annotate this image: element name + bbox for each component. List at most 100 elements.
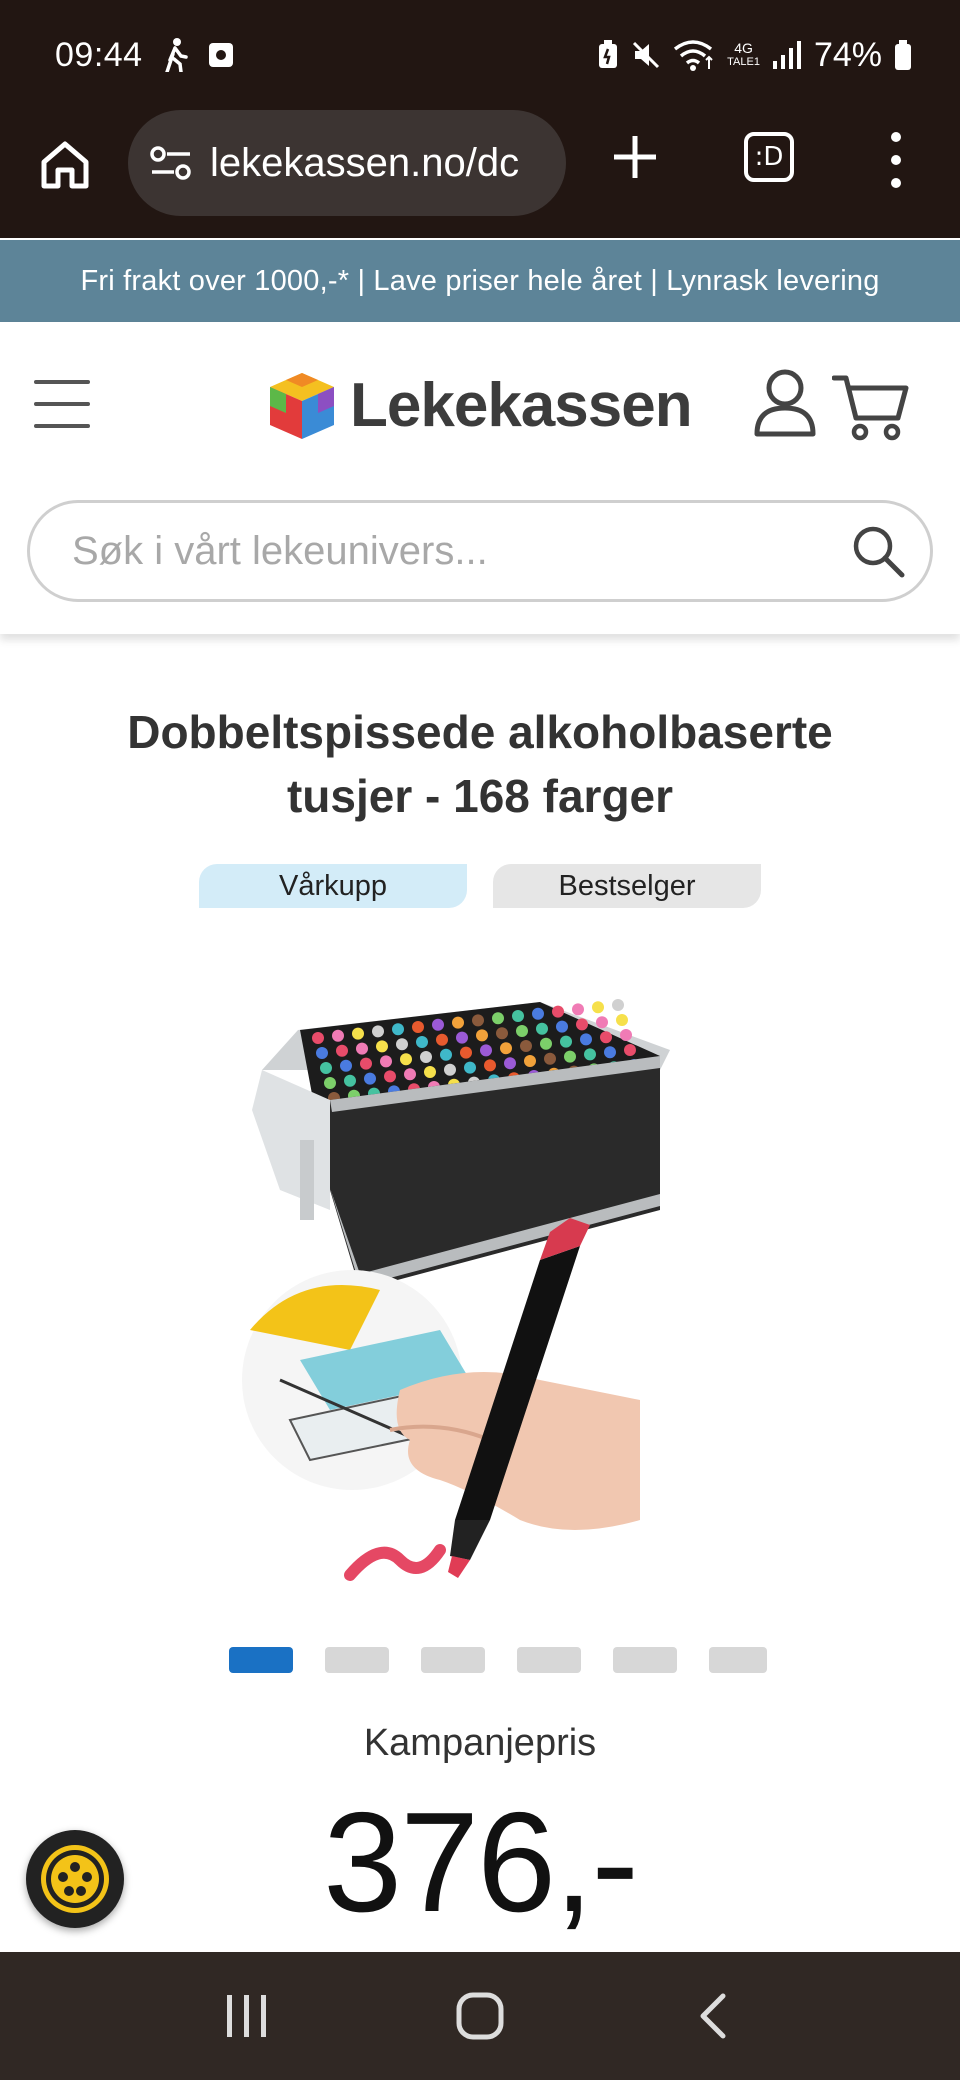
battery-saver-icon (599, 40, 618, 68)
menu-icon[interactable] (34, 380, 90, 428)
marker-cap (544, 1052, 556, 1065)
product-title: Dobbeltspissede alkoholbaserte tusjer - … (127, 706, 833, 822)
marker-cap (392, 1023, 404, 1036)
marker-cap (416, 1036, 428, 1048)
marker-cap (496, 1027, 508, 1040)
marker-cap (340, 1059, 352, 1072)
marker-cap (400, 1053, 412, 1066)
price-label: Kampanjepris (363, 1722, 597, 1764)
marker-cap (372, 1025, 384, 1038)
carousel-dot[interactable] (421, 1647, 485, 1673)
marker-cap (620, 1029, 632, 1041)
marker-cap (476, 1029, 488, 1042)
marker-cap (500, 1042, 512, 1055)
walking-icon (164, 38, 188, 72)
marker-cap (456, 1031, 468, 1044)
marker-cap (460, 1046, 472, 1059)
marker-cap (336, 1044, 348, 1057)
product-image[interactable] (240, 960, 720, 1600)
carousel-dot[interactable] (229, 1647, 293, 1673)
product-badges: Vårkupp Bestselger (0, 864, 960, 908)
marker-cap (424, 1066, 436, 1078)
home-icon[interactable] (38, 138, 92, 192)
accessibility-button[interactable] (26, 1830, 124, 1928)
browser-toolbar: lekekassen.no/dc :D (0, 110, 960, 238)
logo-text: Lekekassen (350, 371, 693, 440)
marker-cap (560, 1035, 572, 1048)
puzzle-cube-logo-icon (270, 372, 334, 439)
marker-cap (324, 1077, 336, 1089)
badge-bestselger: Bestselger (493, 864, 761, 908)
promo-banner: Fri frakt over 1000,-* | Lave priser hel… (0, 240, 960, 322)
url-text: lekekassen.no/dc (210, 140, 520, 185)
home-nav-icon[interactable] (450, 1986, 510, 2046)
marker-cap (492, 1012, 504, 1025)
marker-cap (484, 1059, 496, 1072)
system-nav-bar (0, 1952, 960, 2080)
marker-cap (376, 1040, 388, 1053)
new-tab-icon[interactable] (610, 132, 660, 182)
marker-cap (320, 1062, 332, 1074)
marker-cap (584, 1048, 596, 1061)
accessibility-icon (41, 1845, 109, 1913)
cart-icon[interactable] (832, 372, 910, 442)
marker-cap (600, 1031, 612, 1044)
marker-cap (436, 1033, 448, 1046)
marker-cap (472, 1014, 484, 1027)
marker-cap (432, 1018, 444, 1031)
marker-cap (612, 999, 624, 1011)
marker-cap (524, 1055, 536, 1067)
marker-cap (312, 1032, 324, 1044)
marker-cap (344, 1074, 356, 1087)
marker-cap (380, 1055, 392, 1068)
image-carousel-dots (229, 1647, 767, 1673)
address-bar[interactable]: lekekassen.no/dc (128, 110, 566, 216)
search-icon[interactable] (848, 521, 908, 581)
marker-cap (396, 1038, 408, 1051)
status-bar: 09:44 4G TALE1 74% (0, 0, 960, 110)
marker-cap (384, 1070, 396, 1083)
price: 376,- (323, 1783, 639, 1942)
search-input[interactable]: Søk i vårt lekeunivers... (27, 500, 933, 602)
marker-cap (332, 1029, 344, 1042)
screen-record-icon (208, 43, 233, 67)
site-header: Lekekassen Søk i vårt lekeunivers... (0, 322, 960, 634)
marker-cap (580, 1033, 592, 1046)
tab-switcher-button[interactable]: :D (744, 132, 794, 182)
marker-cap (564, 1050, 576, 1063)
network-type: 4G TALE1 (727, 40, 760, 68)
carousel-dot[interactable] (325, 1647, 389, 1673)
marker-cap (420, 1051, 432, 1063)
search-placeholder: Søk i vårt lekeunivers... (72, 528, 488, 573)
marker-cap (360, 1057, 372, 1070)
site-settings-icon[interactable] (150, 145, 192, 181)
marker-cap (364, 1072, 376, 1085)
carousel-dot[interactable] (709, 1647, 767, 1673)
marker-cap (592, 1001, 604, 1014)
recent-apps-icon[interactable] (217, 1986, 277, 2046)
status-time: 09:44 (55, 35, 143, 74)
marker-cap (412, 1021, 424, 1033)
back-icon[interactable] (683, 1986, 743, 2046)
marker-cap (596, 1016, 608, 1029)
marker-cap (452, 1016, 464, 1029)
marker-cap (540, 1037, 552, 1050)
more-options-icon[interactable] (884, 132, 908, 188)
account-icon[interactable] (752, 368, 818, 438)
mute-icon (633, 41, 660, 69)
marker-cap (440, 1048, 452, 1061)
battery-percent: 74% (813, 35, 882, 74)
marker-cap (316, 1047, 328, 1059)
marker-cap (520, 1040, 532, 1052)
marker-cap (480, 1044, 492, 1057)
carousel-dot[interactable] (613, 1647, 677, 1673)
marker-cap (352, 1027, 364, 1040)
carousel-dot[interactable] (517, 1647, 581, 1673)
marker-cap (356, 1042, 368, 1055)
marker-cap (516, 1025, 528, 1037)
marker-cap (616, 1014, 628, 1026)
marker-cap (532, 1007, 544, 1020)
site-logo[interactable]: Lekekassen (266, 370, 693, 441)
marker-cap (552, 1005, 564, 1018)
signal-icon (772, 41, 801, 69)
